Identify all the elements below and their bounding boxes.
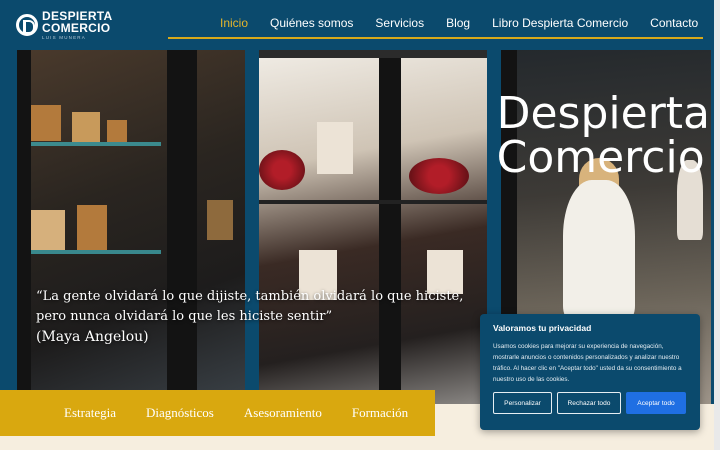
quote-author: (Maya Angelou): [36, 329, 149, 345]
cookie-title: Valoramos tu privacidad: [493, 323, 592, 333]
window-frame: [167, 50, 197, 404]
service-formacion[interactable]: Formación: [352, 405, 408, 421]
brand-logo[interactable]: DESPIERTA COMERCIO LUIS MUNERA: [16, 10, 113, 41]
product-box: [31, 105, 61, 141]
shelf: [31, 142, 161, 146]
product-box: [72, 112, 100, 142]
services-bar: Estrategia Diagnósticos Asesoramiento Fo…: [0, 390, 435, 436]
quote-line2: pero nunca olvidará lo que les hiciste s…: [36, 309, 333, 324]
nav-item-contacto[interactable]: Contacto: [650, 16, 698, 30]
nav-item-quienes-somos[interactable]: Quiénes somos: [270, 16, 353, 30]
cookie-customize-button[interactable]: Personalizar: [493, 392, 552, 414]
hero-image-shelves: [17, 50, 245, 404]
window-ledge: [259, 200, 487, 204]
shopping-bag: [317, 122, 353, 174]
nav-divider: [168, 37, 703, 39]
service-diagnosticos[interactable]: Diagnósticos: [146, 405, 214, 421]
product-box: [107, 120, 127, 142]
woman-dress: [563, 180, 635, 320]
cookie-text: Usamos cookies para mejorar su experienc…: [493, 343, 682, 383]
flowers: [409, 158, 469, 194]
product-box: [77, 205, 107, 250]
scrollbar[interactable]: [714, 0, 720, 450]
hero-title-line2: Comercio: [496, 132, 705, 183]
cookie-accept-button[interactable]: Aceptar todo: [626, 392, 686, 414]
cookie-reject-button[interactable]: Rechazar todo: [557, 392, 621, 414]
nav-item-inicio[interactable]: Inicio: [220, 16, 248, 30]
logo-icon: [16, 14, 38, 37]
hero-title: Despierta Comercio: [497, 92, 710, 180]
quote-line1: “La gente olvidará lo que dijiste, tambi…: [36, 289, 464, 304]
site-header: DESPIERTA COMERCIO LUIS MUNERA Inicio Qu…: [0, 0, 720, 50]
hero-image-window: [259, 50, 487, 404]
nav-item-blog[interactable]: Blog: [446, 16, 470, 30]
window-frame: [379, 50, 401, 404]
hero-title-line1: Despierta: [496, 88, 710, 139]
service-asesoramiento[interactable]: Asesoramiento: [244, 405, 322, 421]
product-box: [31, 210, 65, 250]
product-box: [207, 200, 233, 240]
window-frame: [17, 50, 31, 404]
cookie-buttons: Personalizar Rechazar todo Aceptar todo: [493, 392, 687, 414]
hero-quote: “La gente olvidará lo que dijiste, tambi…: [36, 287, 463, 347]
shelf: [31, 250, 161, 254]
window-frame: [259, 50, 487, 58]
nav-item-libro[interactable]: Libro Despierta Comercio: [492, 16, 628, 30]
main-nav: Inicio Quiénes somos Servicios Blog Libr…: [220, 16, 720, 30]
flowers: [259, 150, 305, 190]
logo-subtitle: LUIS MUNERA: [42, 35, 86, 40]
cookie-banner: Valoramos tu privacidad Usamos cookies p…: [480, 314, 700, 430]
logo-line2: COMERCIO: [42, 21, 111, 35]
nav-item-servicios[interactable]: Servicios: [375, 16, 424, 30]
logo-wordmark: DESPIERTA COMERCIO LUIS MUNERA: [42, 10, 113, 41]
service-estrategia[interactable]: Estrategia: [64, 405, 116, 421]
